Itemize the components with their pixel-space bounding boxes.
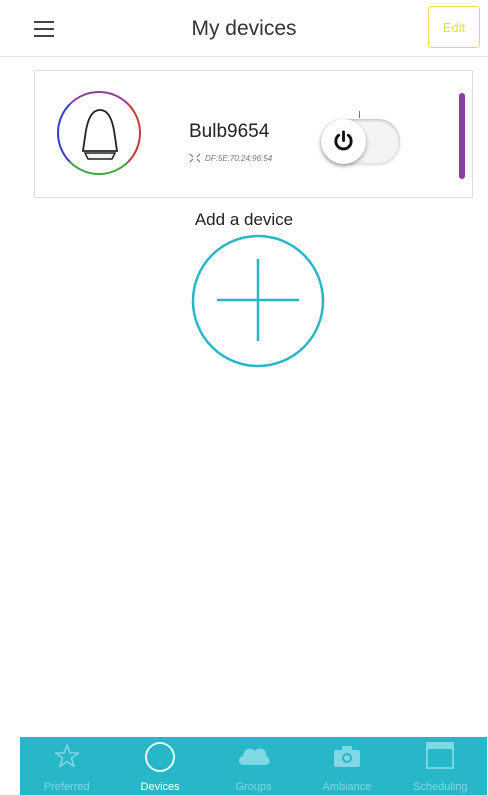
device-status-bar <box>459 93 465 179</box>
camera-icon <box>333 746 360 767</box>
circle-icon <box>145 742 176 772</box>
power-toggle[interactable] <box>321 119 400 164</box>
device-name: Bulb9654 <box>189 121 270 142</box>
nav-label-preferred: Preferred <box>43 781 90 793</box>
nav-label-devices: Devices <box>140 781 180 793</box>
nav-item-devices[interactable]: Devices <box>113 737 206 795</box>
nav-item-ambiance[interactable]: Ambiance <box>300 737 393 795</box>
nav-item-preferred[interactable]: Preferred <box>20 737 113 795</box>
calendar-icon <box>426 742 455 769</box>
device-mac: DF:5E:70:24:96:54 <box>205 153 273 163</box>
nav-item-groups[interactable]: Groups <box>207 737 300 795</box>
nav-item-scheduling[interactable]: Scheduling <box>394 737 487 795</box>
add-device-label: Add a device <box>194 210 294 229</box>
bulb-icon <box>81 109 119 160</box>
top-bar: My devices Edit <box>0 0 488 57</box>
page-title: My devices <box>191 17 297 40</box>
toggle-knob <box>321 119 366 164</box>
link-icon <box>189 153 201 163</box>
nav-label-groups: Groups <box>235 781 272 793</box>
cloud-icon <box>238 748 270 765</box>
star-icon <box>54 744 80 768</box>
nav-label-ambiance: Ambiance <box>322 781 372 793</box>
toggle-tick <box>359 111 360 118</box>
power-icon <box>334 130 353 151</box>
device-card[interactable]: Bulb9654 DF:5E:70:24:96:54 <box>34 70 473 198</box>
screen: My devices Edit Bulb9654 DF:5E:70:24:96:… <box>0 0 488 795</box>
bottom-nav: Preferred Devices Groups Ambiance Schedu… <box>20 737 487 795</box>
add-device-button[interactable] <box>190 233 326 369</box>
nav-label-scheduling: Scheduling <box>413 781 468 793</box>
edit-button[interactable]: Edit <box>428 6 480 48</box>
device-mac-row: DF:5E:70:24:96:54 <box>189 152 272 164</box>
